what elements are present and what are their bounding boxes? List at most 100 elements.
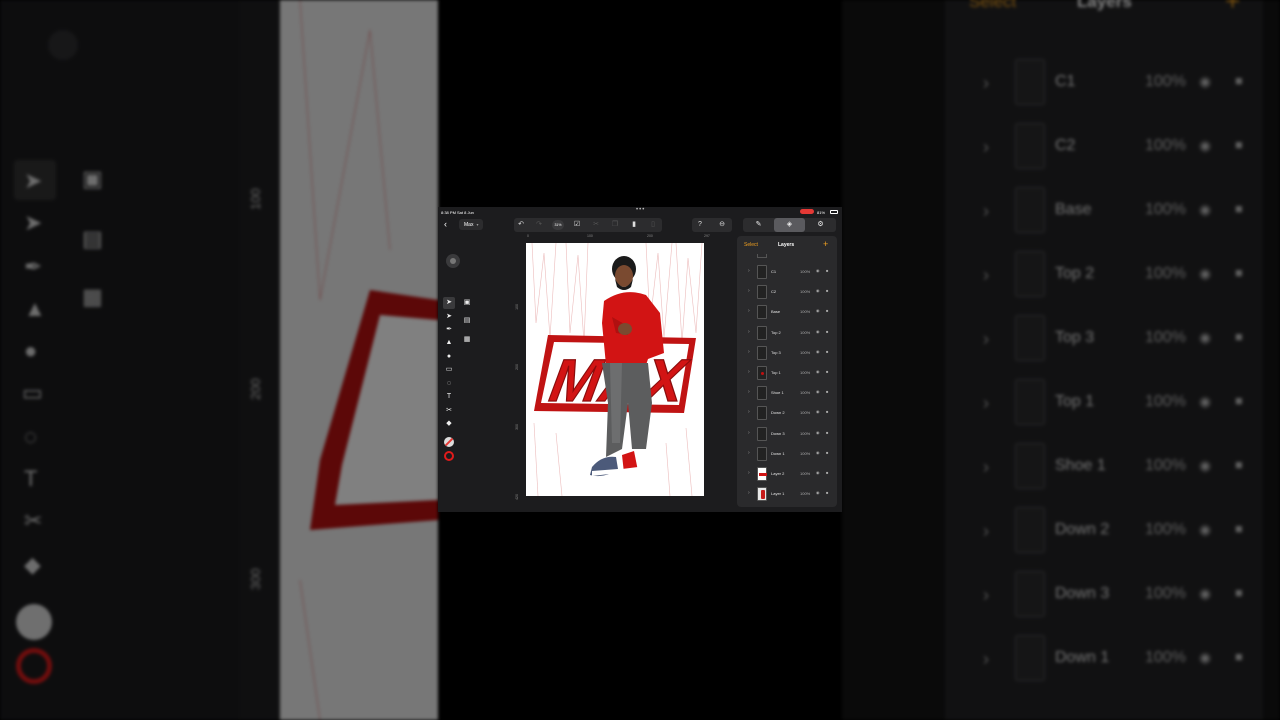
- redo-icon[interactable]: ↷: [534, 220, 544, 230]
- chevron-right-icon: ›: [983, 73, 989, 93]
- eye-icon[interactable]: ◉: [816, 490, 820, 495]
- paste-icon[interactable]: ▮: [629, 220, 639, 230]
- layer-opacity[interactable]: 100%: [800, 330, 810, 335]
- help-icon[interactable]: ?: [695, 220, 705, 230]
- lock-icon[interactable]: ■: [826, 369, 828, 374]
- stroke-color-swatch[interactable]: [444, 451, 454, 461]
- eye-icon[interactable]: ◉: [816, 268, 820, 273]
- grid-icon[interactable]: ▦: [461, 334, 473, 346]
- eye-icon[interactable]: ◉: [816, 470, 820, 475]
- layer-row[interactable]: › Down 2 100% ◉ ■: [737, 403, 837, 423]
- rectangle-icon[interactable]: ▭: [443, 364, 455, 376]
- chevron-left-icon[interactable]: ‹: [444, 219, 447, 229]
- lock-icon[interactable]: ■: [826, 268, 828, 273]
- layer-row[interactable]: › Shoe 1 100% ◉ ■: [737, 383, 837, 403]
- eye-icon[interactable]: ◉: [816, 409, 820, 414]
- chevron-right-icon[interactable]: ›: [748, 470, 750, 476]
- copy-icon[interactable]: ❐: [610, 220, 620, 230]
- delete-icon[interactable]: ▯: [648, 220, 658, 230]
- chevron-right-icon[interactable]: ›: [748, 389, 750, 395]
- document-name-button[interactable]: Max ▾: [459, 219, 484, 230]
- chevron-right-icon[interactable]: ›: [748, 369, 750, 375]
- fill-color-swatch[interactable]: [444, 437, 454, 447]
- lock-icon[interactable]: ■: [826, 430, 828, 435]
- select-arrow-icon[interactable]: ➤: [443, 297, 455, 309]
- chevron-right-icon[interactable]: ›: [748, 430, 750, 436]
- chevron-right-icon[interactable]: ›: [748, 268, 750, 274]
- pen-icon[interactable]: ✒: [443, 324, 455, 336]
- lock-icon[interactable]: ■: [826, 490, 828, 495]
- tab-layers[interactable]: ◈: [774, 218, 805, 232]
- layer-opacity[interactable]: 100%: [800, 390, 810, 395]
- lock-icon[interactable]: ■: [826, 288, 828, 293]
- eraser-icon[interactable]: ◆: [443, 418, 455, 430]
- lock-icon: ■: [1235, 457, 1243, 472]
- lock-icon[interactable]: ■: [826, 470, 828, 475]
- document-icon[interactable]: ▣: [461, 297, 473, 309]
- layer-row[interactable]: › Down 1 100% ◉ ■: [737, 444, 837, 464]
- eye-icon[interactable]: ◉: [816, 349, 820, 354]
- direct-select-icon[interactable]: ➤: [443, 311, 455, 323]
- layer-row[interactable]: › C1 100% ◉ ■: [737, 262, 837, 282]
- multitask-dots-icon[interactable]: •••: [636, 207, 645, 213]
- layer-row[interactable]: › C2 100% ◉ ■: [737, 282, 837, 302]
- layer-opacity[interactable]: 100%: [800, 451, 810, 456]
- eye-icon[interactable]: ◉: [816, 308, 820, 313]
- layer-row[interactable]: › Top 2 100% ◉ ■: [737, 323, 837, 343]
- layer-opacity[interactable]: 100%: [800, 491, 810, 496]
- chevron-right-icon[interactable]: ›: [748, 450, 750, 456]
- chevron-right-icon[interactable]: ›: [748, 329, 750, 335]
- layer-opacity[interactable]: 100%: [800, 350, 810, 355]
- zoom-level[interactable]: 31%: [552, 220, 564, 230]
- text-icon[interactable]: T: [443, 391, 455, 403]
- select-button[interactable]: Select: [744, 242, 758, 248]
- checkbox-icon[interactable]: ☑: [572, 220, 582, 230]
- layer-opacity[interactable]: 100%: [800, 410, 810, 415]
- artboard[interactable]: MAX: [526, 243, 704, 496]
- lasso-icon[interactable]: ◌: [443, 378, 455, 390]
- tab-style[interactable]: ✎: [743, 218, 774, 232]
- add-layer-button[interactable]: +: [823, 239, 828, 249]
- layer-thumbnail: [757, 446, 767, 461]
- layer-row[interactable]: › Layer 2 100% ◉ ■: [737, 464, 837, 484]
- lock-icon[interactable]: ■: [826, 389, 828, 394]
- layer-opacity[interactable]: 100%: [800, 471, 810, 476]
- layer-opacity[interactable]: 100%: [800, 370, 810, 375]
- lock-icon[interactable]: ■: [826, 450, 828, 455]
- undo-icon[interactable]: ↶: [516, 220, 526, 230]
- lock-icon[interactable]: ■: [826, 349, 828, 354]
- chevron-right-icon[interactable]: ›: [748, 308, 750, 314]
- chevron-right-icon[interactable]: ›: [748, 288, 750, 294]
- eye-icon[interactable]: ◉: [816, 329, 820, 334]
- brush-icon[interactable]: ●: [443, 351, 455, 363]
- lock-icon[interactable]: ■: [826, 308, 828, 313]
- eye-icon[interactable]: ◉: [816, 430, 820, 435]
- layer-row[interactable]: › Base 100% ◉ ■: [737, 302, 837, 322]
- pencil-icon[interactable]: ▲: [443, 337, 455, 349]
- backdrop-layers-title: Layers: [1077, 0, 1132, 11]
- chevron-right-icon[interactable]: ›: [748, 349, 750, 355]
- scissors-icon[interactable]: ✂: [443, 405, 455, 417]
- chevron-right-icon[interactable]: ›: [748, 409, 750, 415]
- eye-icon[interactable]: ◉: [816, 389, 820, 394]
- cut-icon[interactable]: ✂: [591, 220, 601, 230]
- lock-icon[interactable]: ■: [826, 409, 828, 414]
- lock-icon[interactable]: ■: [826, 329, 828, 334]
- context-button[interactable]: [446, 254, 460, 268]
- tab-settings[interactable]: ⚙: [805, 218, 836, 232]
- layer-opacity[interactable]: 100%: [800, 289, 810, 294]
- layer-row[interactable]: › Layer 1 100% ◉ ■: [737, 484, 837, 504]
- eye-icon[interactable]: ◉: [816, 288, 820, 293]
- layer-opacity[interactable]: 100%: [800, 269, 810, 274]
- eye-icon[interactable]: ◉: [816, 450, 820, 455]
- layer-opacity[interactable]: 100%: [800, 431, 810, 436]
- eye-icon[interactable]: ◉: [816, 369, 820, 374]
- layer-row[interactable]: › Top 3 100% ◉ ■: [737, 343, 837, 363]
- layer-thumbnail: [757, 426, 767, 441]
- chevron-right-icon[interactable]: ›: [748, 490, 750, 496]
- layer-opacity[interactable]: 100%: [800, 309, 810, 314]
- layer-row[interactable]: › Down 3 100% ◉ ■: [737, 424, 837, 444]
- more-options-icon[interactable]: ⊖: [717, 220, 727, 230]
- layer-row[interactable]: › Top 1 100% ◉ ■: [737, 363, 837, 383]
- duplicate-icon[interactable]: ▤: [461, 315, 473, 327]
